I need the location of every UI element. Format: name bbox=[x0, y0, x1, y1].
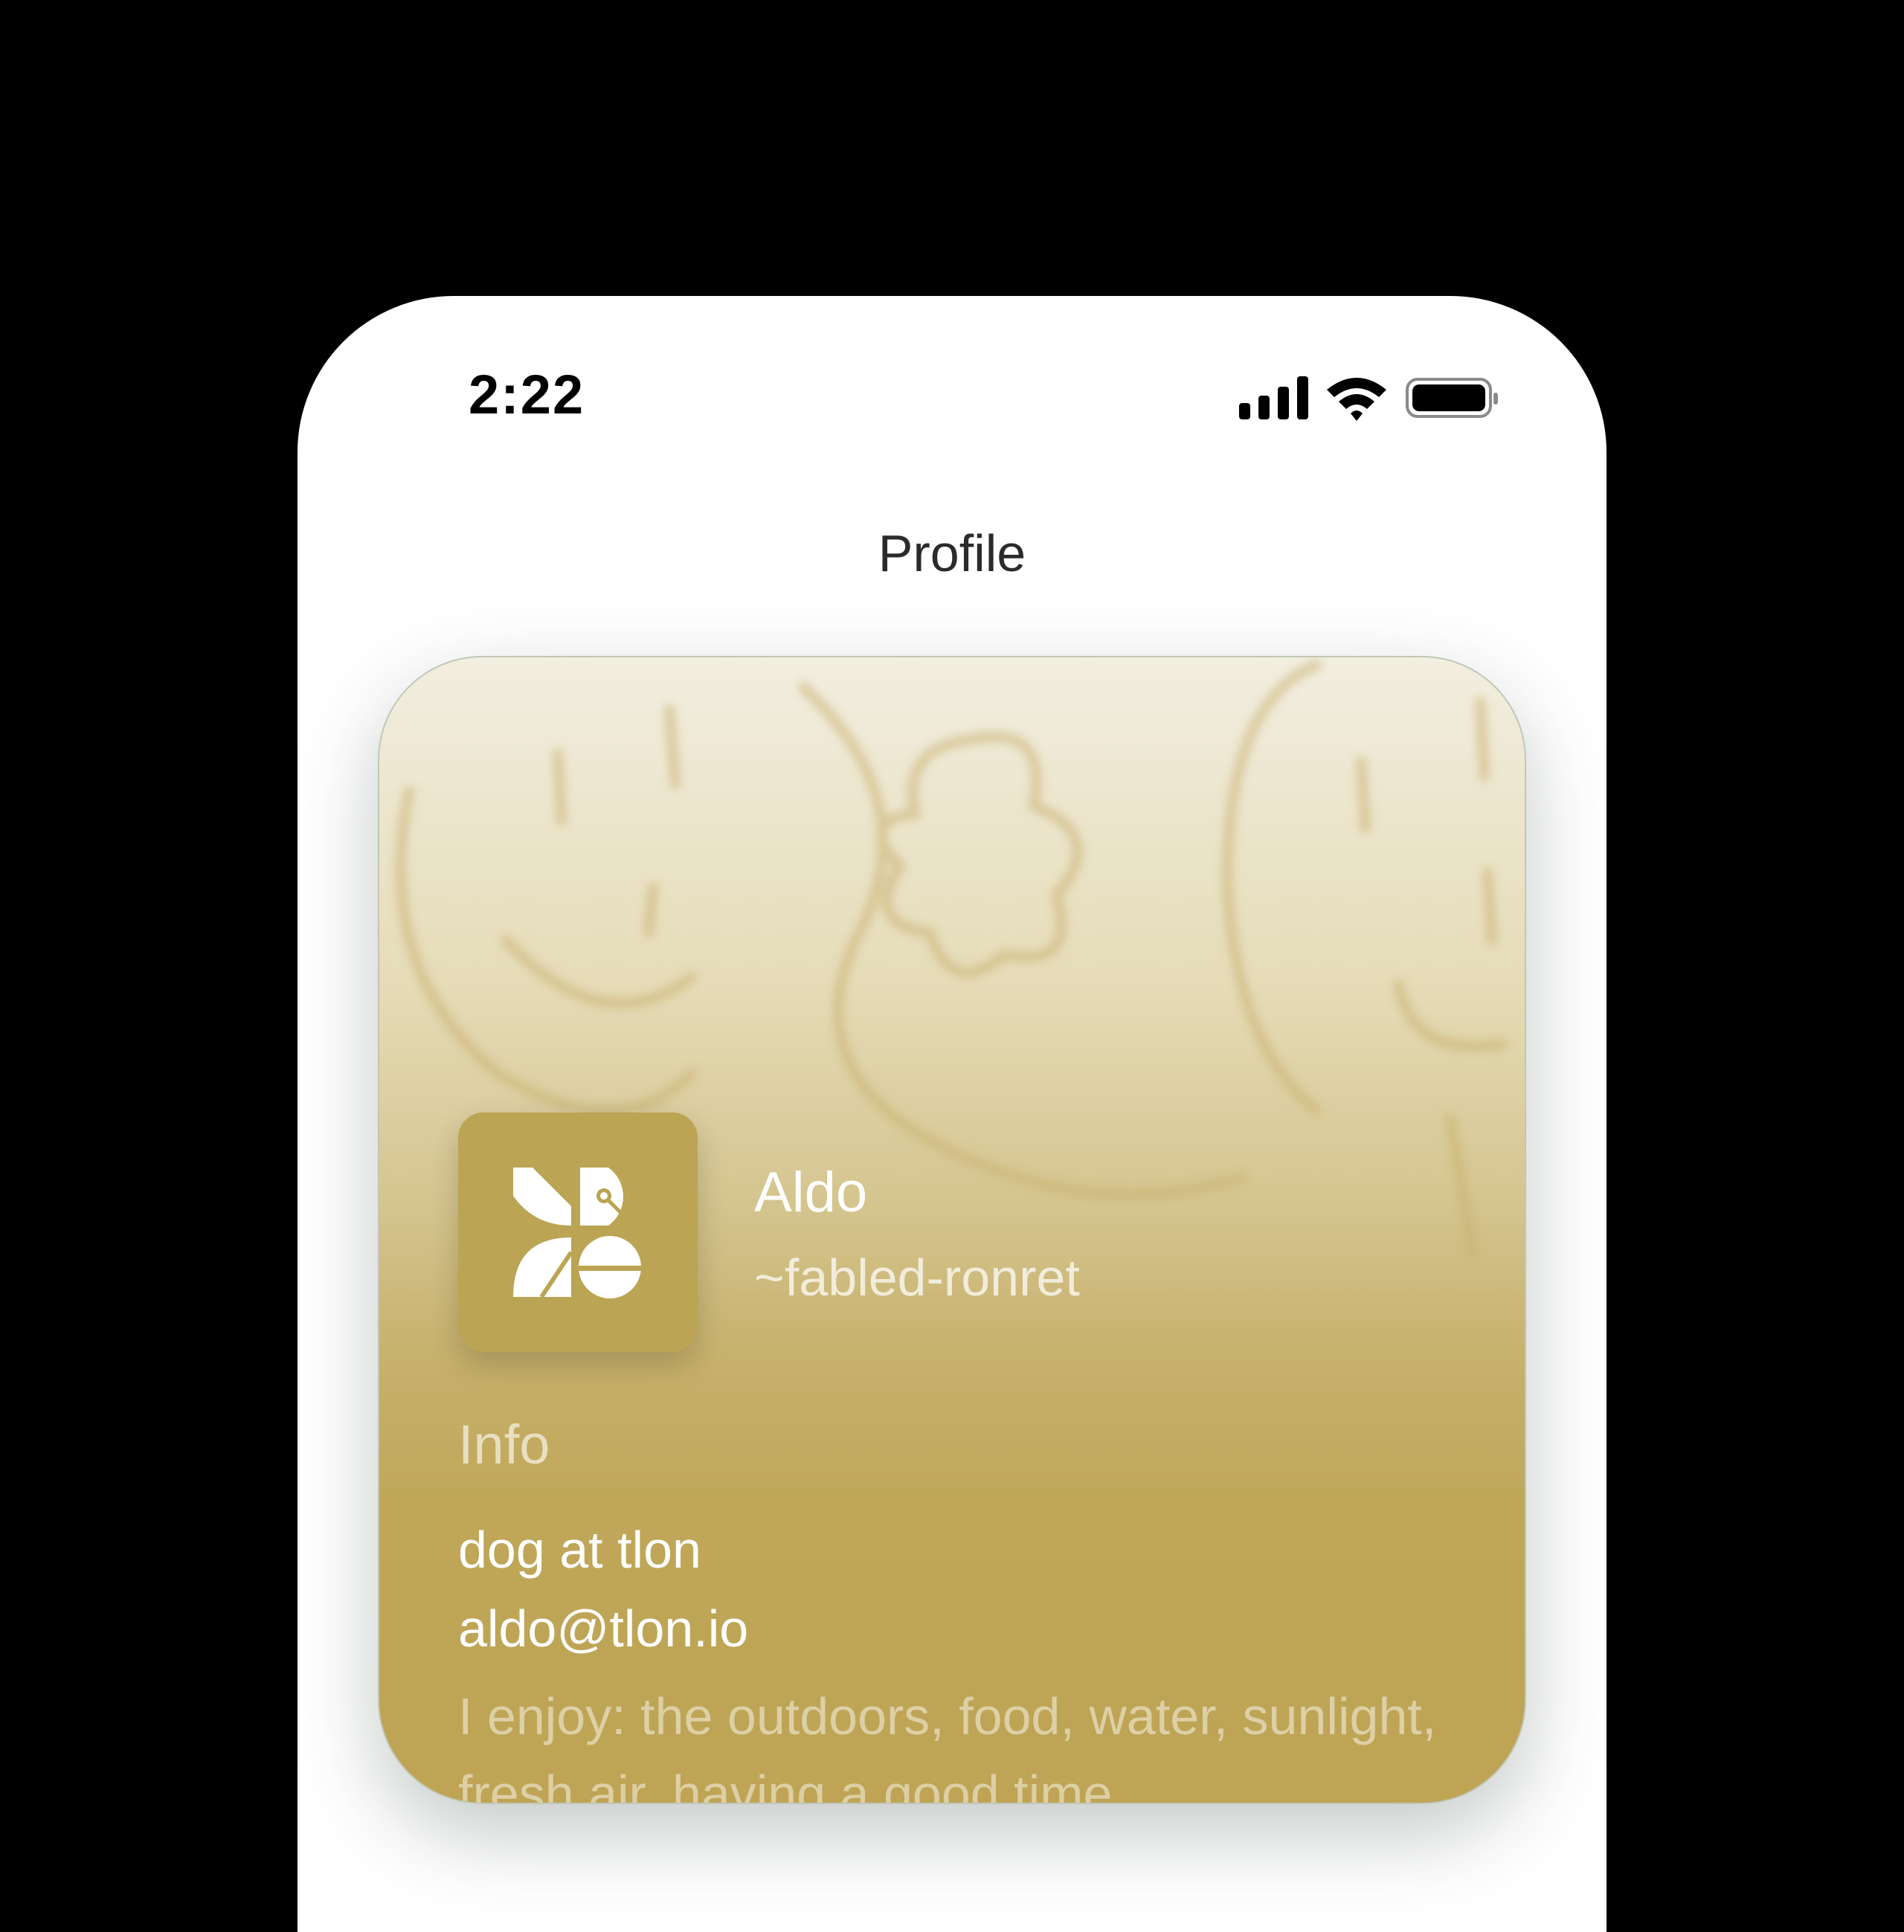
page-title: Profile bbox=[878, 524, 1026, 582]
info-bio: I enjoy: the outdoors, food, water, sunl… bbox=[458, 1687, 1437, 1804]
profile-handle: ~fabled-ronret bbox=[754, 1249, 1080, 1307]
phone-screen: 2:22 Profile Aldo ~fabled-ronret Info do… bbox=[298, 296, 1606, 1932]
wifi-icon bbox=[1327, 378, 1386, 421]
avatar[interactable] bbox=[458, 1112, 698, 1352]
sigil-avatar-icon bbox=[513, 1168, 643, 1298]
signal-icon bbox=[1239, 376, 1308, 419]
profile-card[interactable]: Aldo ~fabled-ronret Info dog at tlon ald… bbox=[378, 656, 1526, 1804]
info-status: dog at tlon bbox=[458, 1521, 701, 1579]
status-time: 2:22 bbox=[469, 364, 585, 425]
info-email[interactable]: aldo@tlon.io bbox=[458, 1599, 748, 1658]
info-section-label: Info bbox=[458, 1414, 550, 1475]
battery-icon bbox=[1406, 378, 1498, 418]
status-icons bbox=[1236, 373, 1504, 425]
profile-name: Aldo bbox=[754, 1161, 868, 1224]
